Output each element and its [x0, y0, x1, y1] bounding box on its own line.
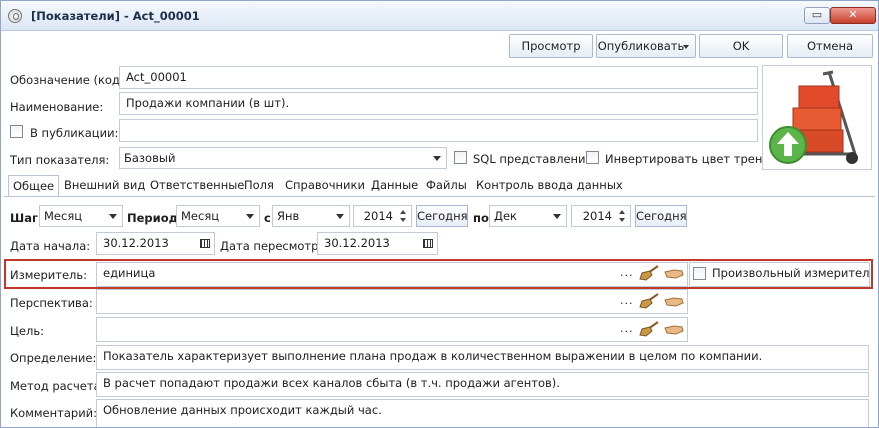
cancel-button[interactable]: Отмена [787, 34, 873, 58]
publication-input[interactable] [119, 119, 758, 142]
code-label: Обозначение (код): [10, 73, 129, 87]
perspective-input[interactable] [96, 289, 688, 314]
arbitrary-meter-label: Произвольный измеритель [712, 266, 870, 280]
ok-button[interactable]: OK [699, 34, 783, 58]
step-label: Шаг: [10, 211, 43, 225]
from-year-spinner[interactable]: 2014 [353, 205, 412, 227]
tab-appearance[interactable]: Внешний вид [60, 175, 149, 197]
spin-down-icon[interactable] [617, 216, 628, 225]
tab-files[interactable]: Файлы [422, 175, 471, 197]
to-month-select[interactable]: Дек [489, 205, 567, 227]
spin-up-icon[interactable] [617, 207, 628, 216]
indicator-image[interactable] [762, 65, 872, 170]
chevron-down-icon [109, 214, 117, 219]
definition-input[interactable]: Показатель характеризует выполнение план… [96, 345, 869, 370]
chevron-down-icon [553, 214, 561, 219]
from-month-value: Янв [277, 209, 300, 223]
sql-checkbox[interactable] [454, 151, 467, 164]
method-label: Метод расчета: [10, 379, 105, 393]
start-date-label: Дата начала: [10, 239, 91, 253]
today-button-to[interactable]: Сегодня [635, 205, 687, 227]
goal-input[interactable] [96, 317, 688, 342]
invert-trend-checkbox[interactable] [586, 151, 599, 164]
calendar-icon[interactable] [200, 239, 210, 248]
review-date-input[interactable]: 30.12.2013 [317, 232, 438, 255]
publish-label: Опубликовать [597, 39, 685, 53]
pick-hand-icon[interactable] [664, 266, 684, 280]
pick-hand-icon[interactable] [664, 294, 684, 308]
publish-button[interactable]: Опубликовать [596, 34, 696, 58]
to-year-value: 2014 [582, 209, 612, 223]
today-button-from[interactable]: Сегодня [416, 205, 468, 227]
clear-broom-icon[interactable] [638, 265, 660, 281]
invert-trend-label: Инвертировать цвет тренда [605, 152, 778, 166]
close-button[interactable]: ✕ [830, 7, 876, 24]
period-label: Период: [127, 211, 183, 225]
chevron-down-icon [336, 214, 344, 219]
clear-broom-icon[interactable] [638, 321, 660, 337]
review-date-label: Дата пересмотра: [220, 239, 330, 253]
start-date-input[interactable]: 30.12.2013 [96, 232, 215, 255]
type-value: Базовый [124, 151, 176, 165]
preview-button[interactable]: Просмотр [509, 34, 593, 58]
method-input[interactable]: В расчет попадают продажи всех каналов с… [96, 372, 869, 397]
publication-checkbox[interactable] [10, 125, 23, 138]
sql-label: SQL представление [473, 152, 593, 166]
arbitrary-meter-box: Произвольный измеритель [689, 262, 870, 287]
type-select[interactable]: Базовый [119, 147, 447, 169]
goal-label: Цель: [10, 324, 45, 338]
publication-label: В публикации: [30, 126, 119, 140]
tab-data[interactable]: Данные [367, 175, 422, 197]
spin-up-icon[interactable] [398, 207, 409, 216]
calendar-icon[interactable] [423, 239, 433, 248]
period-value: Месяц [181, 209, 220, 223]
pick-hand-icon[interactable] [664, 322, 684, 336]
tab-general[interactable]: Общее [8, 175, 60, 197]
start-date-value: 30.12.2013 [103, 236, 169, 250]
window-title: [Показатели] - Act_00001 [31, 9, 200, 23]
chevron-down-icon [246, 214, 254, 219]
clear-broom-icon[interactable] [638, 293, 660, 309]
comment-input[interactable]: Обновление данных происходит каждый час. [96, 399, 869, 427]
perspective-label: Перспектива: [10, 296, 93, 310]
from-month-select[interactable]: Янв [272, 205, 350, 227]
name-input[interactable]: Продажи компании (в шт). [119, 92, 758, 115]
review-date-value: 30.12.2013 [324, 236, 390, 250]
to-label: по [473, 211, 489, 225]
indicator-window: [Показатели] - Act_00001 ▭ ✕ Просмотр Оп… [0, 0, 879, 428]
step-select[interactable]: Месяц [39, 205, 123, 227]
comment-label: Комментарий: [10, 406, 98, 420]
from-year-value: 2014 [363, 209, 393, 223]
name-label: Наименование: [10, 100, 104, 114]
to-month-value: Дек [494, 209, 518, 223]
tab-divider [4, 196, 875, 197]
chevron-down-icon [683, 45, 689, 49]
title-bar: [Показатели] - Act_00001 ▭ ✕ [1, 1, 878, 31]
app-icon [8, 9, 22, 23]
period-select[interactable]: Месяц [176, 205, 260, 227]
cart-boxes-icon [769, 70, 858, 164]
step-value: Месяц [44, 209, 83, 223]
type-label: Тип показателя: [10, 153, 110, 167]
select-dots-button[interactable]: ... [620, 322, 634, 335]
tab-fields[interactable]: Поля [240, 175, 278, 197]
tab-responsible[interactable]: Ответственные [146, 175, 248, 197]
meter-input[interactable]: единица [96, 262, 688, 287]
tab-input-control[interactable]: Контроль ввода данных [472, 175, 627, 197]
code-input[interactable]: Act_00001 [119, 66, 758, 89]
from-label: с [264, 211, 271, 225]
tab-directories[interactable]: Справочники [281, 175, 369, 197]
select-dots-button[interactable]: ... [620, 294, 634, 307]
definition-label: Определение: [10, 351, 97, 365]
chevron-down-icon [433, 156, 441, 161]
select-dots-button[interactable]: ... [620, 266, 634, 279]
meter-value: единица [103, 266, 156, 280]
restore-button[interactable]: ▭ [804, 7, 830, 24]
to-year-spinner[interactable]: 2014 [571, 205, 631, 227]
meter-label: Измеритель: [10, 268, 88, 282]
spin-down-icon[interactable] [398, 216, 409, 225]
